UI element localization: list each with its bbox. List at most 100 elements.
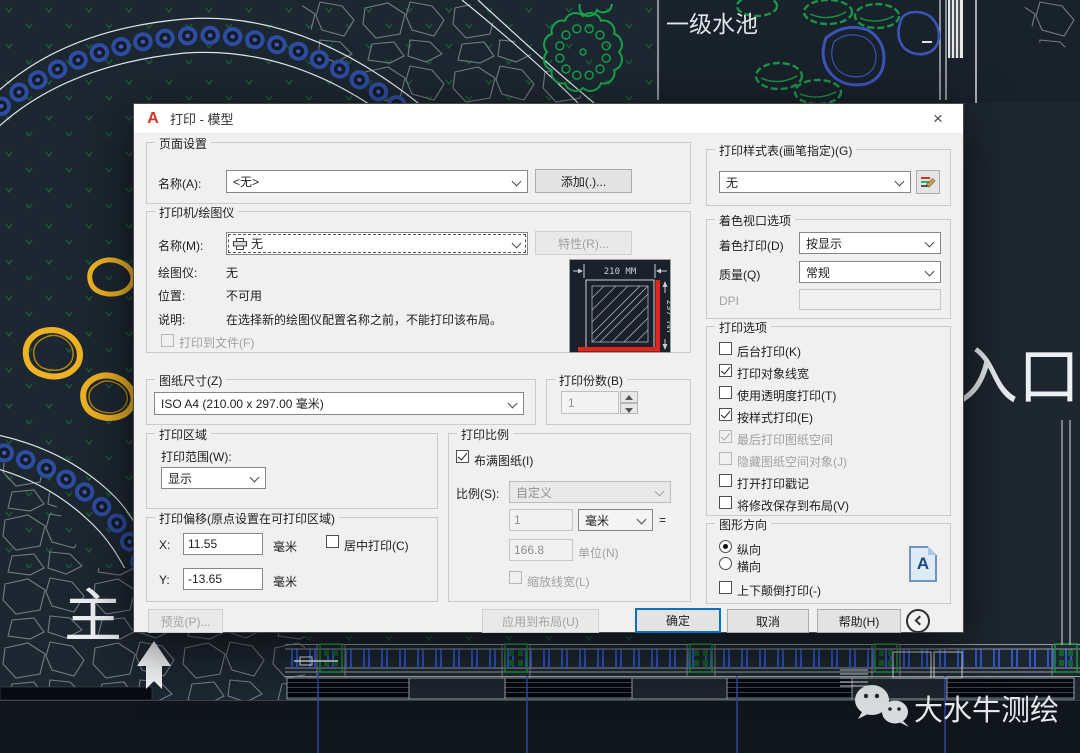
fit-to-paper-checkbox[interactable] [456, 450, 469, 463]
plot-transparency-label: 使用透明度打印(T) [737, 387, 836, 404]
printer-name-label: 名称(M): [158, 237, 203, 254]
less-options-button[interactable] [906, 609, 930, 633]
shade-plot-combo[interactable]: 按显示 [799, 232, 941, 254]
plot-transparency-checkbox[interactable] [719, 386, 732, 399]
plot-background-checkbox[interactable] [719, 342, 732, 355]
plot-range-combo[interactable]: 显示 [161, 467, 266, 489]
entrance-label: 入口 [956, 343, 1080, 412]
offset-y-input[interactable] [183, 568, 263, 590]
paper-size-combo[interactable]: ISO A4 (210.00 x 297.00 毫米) [154, 392, 524, 415]
portrait-label: 纵向 [737, 541, 761, 558]
drawing-units-label: 单位(N) [578, 544, 619, 561]
offset-x-label: X: [159, 538, 170, 552]
group-page-setup-label: 页面设置 [155, 135, 211, 152]
chevron-down-icon [926, 238, 934, 246]
upside-down-label: 上下颠倒打印(-) [737, 582, 821, 599]
group-printer-label: 打印机/绘图仪 [155, 204, 238, 221]
shade-plot-label: 着色打印(D) [719, 237, 784, 254]
group-copies-label: 打印份数(B) [555, 372, 627, 389]
chevron-down-icon [896, 177, 904, 185]
scale-unit-combo[interactable]: 毫米 [578, 509, 653, 531]
plot-styles-checkbox[interactable] [719, 408, 732, 421]
scale-combo: 自定义 [509, 481, 671, 503]
center-plot-checkbox[interactable] [326, 535, 339, 548]
printer-name-combo[interactable]: 无 [226, 232, 528, 255]
offset-y-label: Y: [159, 573, 170, 587]
plotter-label: 绘图仪: [158, 264, 197, 281]
dialog-title: 打印 - 模型 [170, 109, 234, 128]
group-plot-offset-label: 打印偏移(原点设置在可打印区域) [155, 510, 339, 527]
quality-label: 质量(Q) [719, 266, 760, 283]
printer-icon [233, 238, 247, 250]
fit-to-paper-label: 布满图纸(I) [474, 452, 533, 469]
upside-down-checkbox[interactable] [719, 581, 732, 594]
apply-to-layout-button: 应用到布局(U) [482, 609, 599, 633]
page-setup-name-combo[interactable]: <无> [226, 170, 528, 193]
plot-stamp-checkbox[interactable] [719, 474, 732, 487]
plot-range-label: 打印范围(W): [161, 448, 232, 465]
page-setup-name-label: 名称(A): [158, 175, 201, 192]
chevron-down-icon [513, 177, 521, 185]
hide-paperspace-checkbox [719, 452, 732, 465]
spinner-down-icon[interactable] [620, 403, 638, 415]
offset-x-input[interactable] [183, 533, 263, 555]
print-to-file-checkbox [161, 334, 174, 347]
save-changes-checkbox[interactable] [719, 496, 732, 509]
group-plot-style-table-label: 打印样式表(画笔指定)(G) [715, 142, 856, 159]
group-plot-scale-label: 打印比例 [457, 426, 513, 443]
screen: 一级水池 入口 主 大水牛测绘 A 打印 - 模型 × 页面设置 名称( [0, 0, 1080, 753]
offset-y-unit: 毫米 [273, 573, 297, 590]
add-pagesetup-button[interactable]: 添加(.)... [535, 169, 632, 193]
scale-paper-units-input [509, 509, 573, 531]
hide-paperspace-label: 隐藏图纸空间对象(J) [737, 453, 847, 470]
paper-orientation-icon: A [909, 546, 937, 582]
main-label: 主 [64, 584, 122, 649]
cancel-button[interactable]: 取消 [727, 609, 809, 633]
group-orientation-label: 图形方向 [715, 516, 771, 533]
landscape-radio[interactable] [719, 557, 732, 570]
plot-paperspace-last-label: 最后打印图纸空间 [737, 431, 833, 448]
pool-label: 一级水池 [666, 11, 758, 37]
landscape-label: 横向 [737, 558, 761, 575]
print-to-file-label: 打印到文件(F) [179, 334, 254, 351]
plot-styles-label: 按样式打印(E) [737, 409, 813, 426]
center-plot-label: 居中打印(C) [344, 537, 409, 554]
scale-drawing-units-input [509, 539, 573, 561]
spinner-up-icon[interactable] [620, 391, 638, 403]
description-value: 在选择新的绘图仪配置名称之前，不能打印该布局。 [226, 311, 502, 328]
plot-lineweights-label: 打印对象线宽 [737, 365, 809, 382]
chevron-down-icon [638, 515, 646, 523]
copies-stepper[interactable]: 1 [561, 391, 638, 414]
scale-equals: = [659, 513, 666, 527]
printer-properties-button: 特性(R)... [535, 231, 632, 255]
dpi-label: DPI [719, 294, 739, 308]
plot-style-table-icon [920, 175, 936, 189]
edit-plot-style-button[interactable] [916, 170, 940, 194]
plot-dialog: A 打印 - 模型 × 页面设置 名称(A): <无> 添加(.)... 打印机… [133, 103, 964, 633]
copies-value[interactable]: 1 [561, 391, 619, 414]
plot-lineweights-checkbox[interactable] [719, 364, 732, 377]
back-arrow-icon [915, 616, 925, 626]
chevron-down-icon [513, 239, 521, 247]
plot-style-combo[interactable]: 无 [719, 171, 911, 193]
scale-lineweights-checkbox [509, 571, 522, 584]
ok-button[interactable]: 确定 [635, 608, 721, 633]
dpi-input [799, 289, 941, 310]
help-button[interactable]: 帮助(H) [817, 609, 901, 633]
quality-combo[interactable]: 常规 [799, 261, 941, 283]
chevron-down-icon [656, 487, 664, 495]
group-paper-size-label: 图纸尺寸(Z) [155, 372, 226, 389]
plotter-value: 无 [226, 264, 238, 281]
save-changes-label: 将修改保存到布局(V) [737, 497, 849, 514]
scale-lineweights-label: 缩放线宽(L) [527, 573, 590, 590]
group-plot-area-label: 打印区域 [155, 426, 211, 443]
plot-paperspace-last-checkbox [719, 430, 732, 443]
group-plot-options-label: 打印选项 [715, 319, 771, 336]
dialog-titlebar: A 打印 - 模型 × [134, 104, 963, 134]
close-icon[interactable]: × [923, 105, 953, 133]
portrait-radio[interactable] [719, 540, 732, 553]
scale-label: 比例(S): [456, 485, 499, 502]
autocad-logo-icon: A [144, 110, 162, 128]
svg-text:297 MM: 297 MM [664, 300, 670, 333]
chevron-down-icon [926, 267, 934, 275]
